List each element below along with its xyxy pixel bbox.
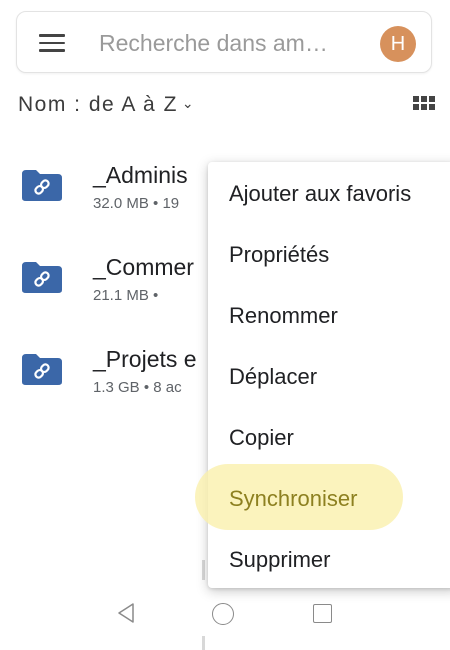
shared-folder-icon [22, 354, 62, 385]
file-name: _Projets e [93, 346, 197, 372]
file-name: _Adminis [93, 162, 188, 188]
home-icon[interactable] [212, 603, 234, 625]
sort-selector[interactable]: Nom : de A à Z ⌄ [18, 93, 195, 117]
menu-item-move[interactable]: Déplacer [208, 347, 450, 407]
shared-folder-icon [22, 170, 62, 201]
menu-item-rename[interactable]: Renommer [208, 286, 450, 346]
underlying-scrollbar-lower [202, 636, 205, 650]
search-bar[interactable]: H [16, 11, 432, 73]
sort-label: Nom : de A à Z [18, 93, 178, 116]
file-meta: 32.0 MB • 19 [93, 195, 180, 212]
grid-view-icon[interactable] [413, 96, 435, 112]
back-icon[interactable] [116, 602, 136, 624]
file-name: _Commer [93, 254, 194, 280]
recent-apps-icon[interactable] [313, 604, 332, 623]
menu-item-add-favorites[interactable]: Ajouter aux favoris [208, 164, 450, 224]
chevron-down-icon: ⌄ [181, 95, 196, 111]
avatar[interactable]: H [380, 26, 416, 62]
underlying-scrollbar [202, 560, 205, 580]
menu-item-delete[interactable]: Supprimer [208, 530, 450, 590]
menu-item-copy[interactable]: Copier [208, 408, 450, 468]
menu-item-sync[interactable]: Synchroniser [208, 469, 450, 529]
hamburger-menu-icon[interactable] [39, 34, 65, 52]
system-nav-bar [0, 598, 450, 630]
menu-item-properties[interactable]: Propriétés [208, 225, 450, 285]
file-meta: 21.1 MB • [93, 287, 159, 304]
shared-folder-icon [22, 262, 62, 293]
file-meta: 1.3 GB • 8 ac [93, 379, 182, 396]
search-input[interactable] [99, 29, 369, 57]
